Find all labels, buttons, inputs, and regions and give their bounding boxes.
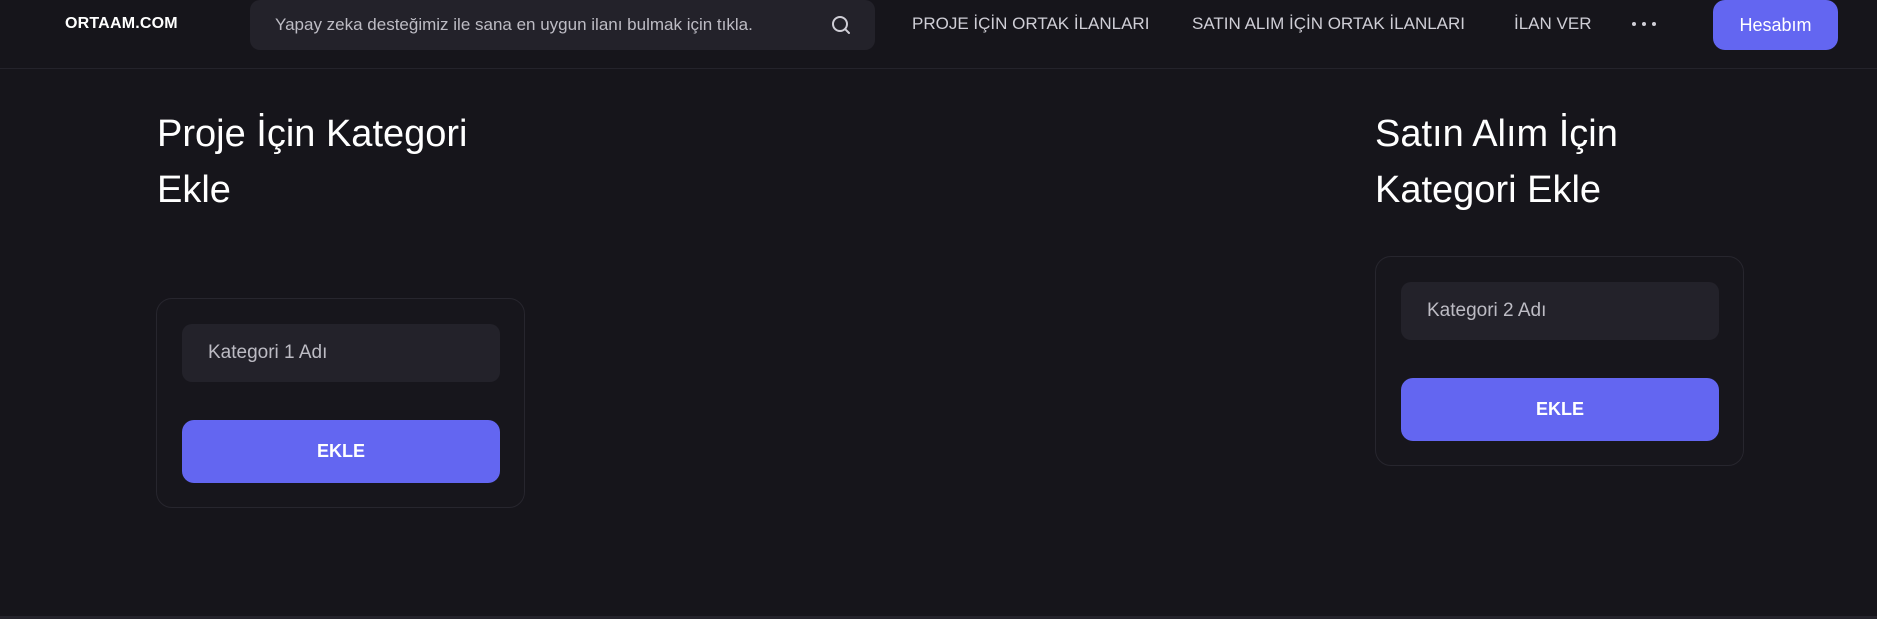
- account-button[interactable]: Hesabım: [1713, 0, 1838, 50]
- more-horizontal-icon[interactable]: [1632, 14, 1656, 34]
- search-icon[interactable]: [829, 13, 853, 37]
- purchase-category-form: EKLE: [1375, 256, 1744, 466]
- project-category-name-input[interactable]: [182, 324, 500, 382]
- nav-link-satin-alim-ortak-ilanlari[interactable]: SATIN ALIM İÇİN ORTAK İLANLARI: [1192, 14, 1465, 34]
- project-category-title: Proje İçin Kategori Ekle: [157, 113, 468, 211]
- site-logo[interactable]: ORTAAM.COM: [65, 15, 178, 33]
- project-category-add-button[interactable]: EKLE: [182, 420, 500, 483]
- more-dot: [1642, 22, 1646, 26]
- purchase-category-name-input[interactable]: [1401, 282, 1719, 340]
- nav-link-ilan-ver[interactable]: İLAN VER: [1514, 14, 1591, 34]
- purchase-category-add-button[interactable]: EKLE: [1401, 378, 1719, 441]
- ai-search-bar[interactable]: Yapay zeka desteğimiz ile sana en uygun …: [250, 0, 875, 50]
- more-dot: [1652, 22, 1656, 26]
- project-category-form: EKLE: [156, 298, 525, 508]
- more-dot: [1632, 22, 1636, 26]
- search-placeholder-text: Yapay zeka desteğimiz ile sana en uygun …: [275, 15, 753, 34]
- top-navbar: ORTAAM.COM Yapay zeka desteğimiz ile san…: [0, 0, 1877, 69]
- purchase-category-title: Satın Alım İçin Kategori Ekle: [1375, 113, 1618, 211]
- nav-link-proje-ortak-ilanlari[interactable]: PROJE İÇİN ORTAK İLANLARI: [912, 14, 1149, 34]
- page: ORTAAM.COM Yapay zeka desteğimiz ile san…: [0, 0, 1877, 619]
